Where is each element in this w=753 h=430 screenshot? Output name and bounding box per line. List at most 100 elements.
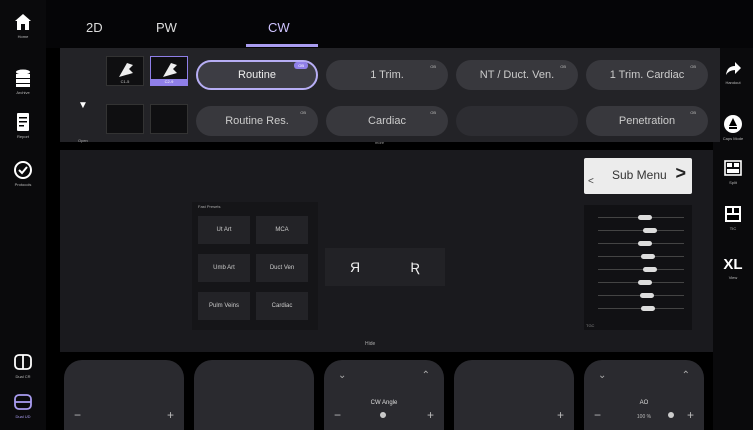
preset-badge: OB: [560, 64, 566, 69]
report-button[interactable]: Report: [0, 112, 46, 139]
tgc-slider-8[interactable]: [598, 306, 684, 311]
bottom-knob-1[interactable]: − +: [64, 360, 184, 430]
dual-ud-icon: [14, 394, 32, 410]
tgc-slider-2[interactable]: [598, 228, 684, 233]
probe-icon: [163, 63, 177, 77]
protocols-label: Protocols: [14, 182, 32, 187]
slider-knob[interactable]: [640, 293, 654, 298]
slider-knob[interactable]: [638, 215, 652, 220]
slider-knob[interactable]: [641, 254, 655, 259]
preset-1-trim-cardiac[interactable]: 1 Trim. Cardiac OB: [586, 60, 708, 90]
flip-panel: Я Ʀ: [325, 248, 445, 286]
tab-pw[interactable]: PW: [156, 20, 177, 35]
tgc-slider-1[interactable]: [598, 215, 684, 220]
hide-button[interactable]: Hide: [365, 341, 375, 347]
archive-button[interactable]: Archive: [0, 68, 46, 95]
split-button[interactable]: Split: [713, 158, 753, 185]
fast-presets-title: Fast Presets: [198, 204, 221, 209]
slider-knob[interactable]: [641, 306, 655, 311]
dual-ud-label: Dual UD: [15, 414, 31, 419]
probe-slot-empty[interactable]: [106, 104, 144, 134]
sub-menu-button[interactable]: < Sub Menu >: [584, 158, 692, 194]
preset-penetration[interactable]: Penetration OB: [586, 106, 708, 136]
preset-nt-duct-ven[interactable]: NT / Duct. Ven. OB: [456, 60, 578, 90]
probe-slot-empty[interactable]: [150, 104, 188, 134]
preset-cardiac[interactable]: Cardiac OB: [326, 106, 448, 136]
chevron-down-icon[interactable]: ⌄: [338, 370, 346, 381]
bottom-knob-2[interactable]: [194, 360, 314, 430]
report-icon: [17, 113, 29, 131]
preset-badge: OB: [300, 110, 306, 115]
dual-ud-button[interactable]: Dual UD: [0, 392, 46, 419]
xl-icon: XL: [723, 256, 743, 273]
xl-view-label: View: [728, 275, 738, 280]
open-label: Open: [78, 138, 88, 143]
fast-preset-cardiac[interactable]: Cardiac: [256, 292, 308, 320]
fast-preset-ut-art[interactable]: Ut Art: [198, 216, 250, 244]
archive-icon: [16, 69, 30, 87]
protocols-button[interactable]: Protocols: [0, 160, 46, 187]
slider-knob[interactable]: [638, 241, 652, 246]
sub-menu-label: Sub Menu: [612, 168, 667, 182]
plus-icon[interactable]: +: [557, 408, 564, 422]
tgc-slider-3[interactable]: [598, 241, 684, 246]
dual-cr-button[interactable]: Dual CR: [0, 352, 46, 379]
probe-label: C2-9: [151, 79, 187, 85]
probe-c1-5[interactable]: C1-5: [106, 56, 144, 86]
bottom-knob-ao[interactable]: ⌄ ⌃ AO − + 100 %: [584, 360, 704, 430]
chevron-up-icon[interactable]: ⌃: [422, 370, 430, 381]
active-tab-indicator: [246, 44, 318, 47]
bottom-knob-cw-angle[interactable]: ⌄ ⌃ CW Angle − + 0°: [324, 360, 444, 430]
tgc-sliders: TGC: [584, 205, 692, 330]
preset-routine[interactable]: Routine OB: [196, 60, 318, 90]
left-rail: Home Archive Report Protocols Dual CR Du…: [0, 0, 46, 430]
fast-presets-panel: Fast Presets Ut Art MCA Umb Art Duct Ven…: [192, 202, 318, 330]
fast-preset-mca[interactable]: MCA: [256, 216, 308, 244]
preset-empty[interactable]: [456, 106, 578, 136]
tab-2d[interactable]: 2D: [86, 20, 103, 35]
tab-cw[interactable]: CW: [268, 20, 290, 35]
knob-title: CW Angle: [370, 400, 398, 406]
tgc-slider-7[interactable]: [598, 293, 684, 298]
tic-label: TIC: [729, 226, 737, 231]
fast-preset-umb-art[interactable]: Umb Art: [198, 254, 250, 282]
chevron-up-icon[interactable]: ⌃: [682, 370, 690, 381]
home-label: Home: [17, 34, 29, 39]
dual-cr-icon: [14, 354, 32, 370]
preset-badge: OB: [430, 64, 436, 69]
tic-button[interactable]: TIC: [713, 204, 753, 231]
probe-icon: [119, 63, 133, 77]
tgc-slider-5[interactable]: [598, 267, 684, 272]
report-label: Report: [16, 134, 29, 139]
tgc-slider-6[interactable]: [598, 280, 684, 285]
minus-icon[interactable]: −: [74, 408, 81, 422]
knob-title: AO: [639, 400, 649, 406]
fast-preset-duct-ven[interactable]: Duct Ven: [256, 254, 308, 282]
chevron-right-icon: >: [675, 163, 686, 183]
caps-mode-icon: [724, 115, 742, 133]
chevron-down-icon[interactable]: ▼: [78, 100, 88, 111]
split-label: Split: [729, 180, 737, 185]
plus-icon[interactable]: +: [167, 408, 174, 422]
bottom-knob-4[interactable]: +: [454, 360, 574, 430]
slider-knob[interactable]: [643, 228, 657, 233]
flip-up-down-button[interactable]: Ʀ: [385, 248, 445, 286]
more-label[interactable]: more: [375, 140, 384, 145]
dual-cr-label: Dual CR: [15, 374, 31, 379]
slider-knob[interactable]: [638, 280, 652, 285]
xl-view-button[interactable]: XL View: [713, 256, 753, 280]
preset-1-trim[interactable]: 1 Trim. OB: [326, 60, 448, 90]
slider-knob[interactable]: [643, 267, 657, 272]
flip-left-right-button[interactable]: Я: [325, 248, 385, 286]
split-icon: [724, 160, 742, 176]
tgc-slider-4[interactable]: [598, 254, 684, 259]
home-button[interactable]: Home: [0, 12, 46, 39]
chevron-down-icon[interactable]: ⌄: [598, 370, 606, 381]
probe-c2-9[interactable]: C2-9: [150, 56, 188, 86]
preset-badge: OB: [690, 110, 696, 115]
home-icon: [15, 14, 31, 30]
preset-routine-res[interactable]: Routine Res. OB: [196, 106, 318, 136]
fast-preset-pulm-veins[interactable]: Pulm Veins: [198, 292, 250, 320]
protocols-icon: [14, 161, 32, 179]
mode-tabs: 2D PW CW: [46, 0, 753, 48]
